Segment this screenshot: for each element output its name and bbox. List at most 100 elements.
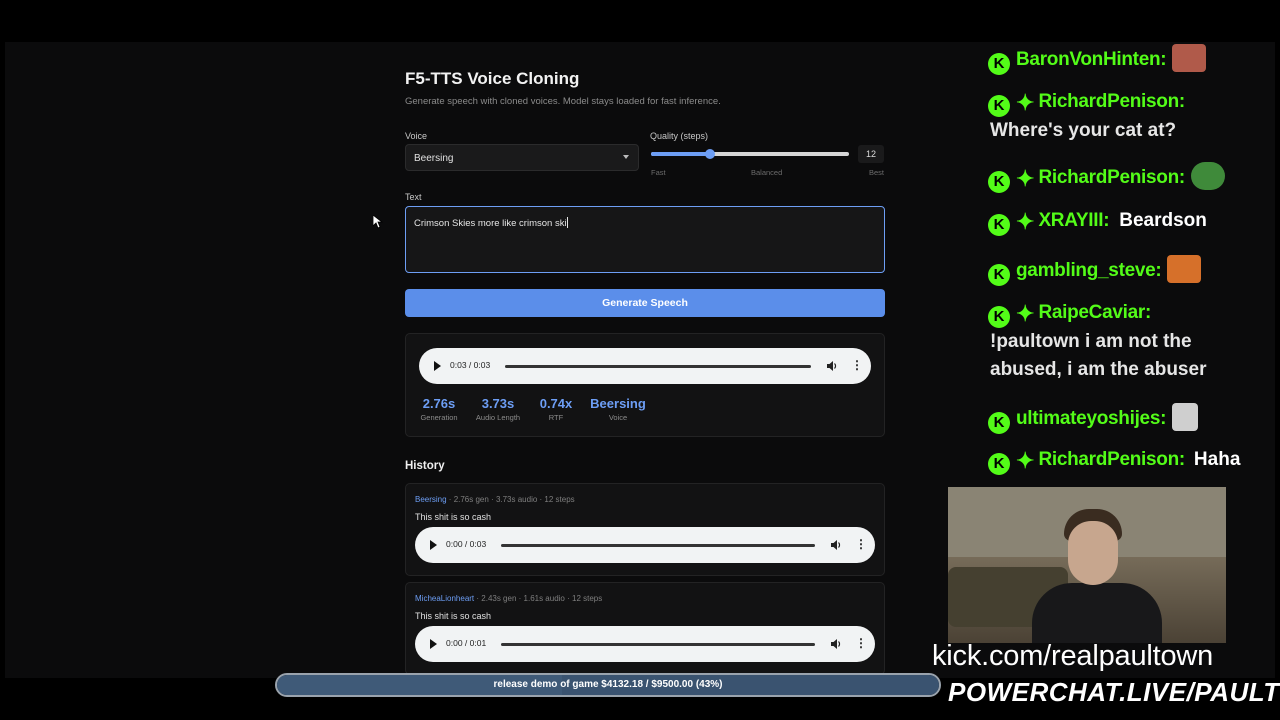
voice-label: Voice xyxy=(405,131,428,141)
kick-url-overlay: kick.com/realpaultown xyxy=(932,640,1214,672)
text-label: Text xyxy=(405,192,422,202)
tick-balanced: Balanced xyxy=(751,168,783,177)
history-item-voice[interactable]: Beersing xyxy=(415,495,447,504)
stat-audio-length: 3.73s Audio Length xyxy=(474,396,522,422)
result-audio-player[interactable]: 0:03 / 0:03 ⋮ xyxy=(419,348,871,384)
history-item-details: · 2.43s gen · 1.61s audio · 12 steps xyxy=(474,594,603,603)
player-progress-bar[interactable] xyxy=(501,544,815,547)
stat-audio-length-value: 3.73s xyxy=(481,396,515,411)
more-options-icon[interactable]: ⋮ xyxy=(855,538,867,550)
top-black-bar xyxy=(0,0,1280,42)
text-input[interactable]: Crimson Skies more like crimson ski xyxy=(405,206,885,273)
hands-emote-icon xyxy=(1172,403,1199,431)
chat-username: RichardPenison: xyxy=(1038,449,1185,470)
player-progress-bar[interactable] xyxy=(505,365,811,368)
chat-username: XRAYIII: xyxy=(1038,210,1110,231)
more-options-icon[interactable]: ⋮ xyxy=(855,637,867,649)
emote-icon xyxy=(1172,44,1207,72)
quality-slider[interactable] xyxy=(651,149,849,159)
stat-rtf-value: 0.74x xyxy=(539,396,573,411)
kick-badge-icon: K xyxy=(988,264,1010,286)
history-item-voice[interactable]: MicheaLionheart xyxy=(415,594,474,603)
pepe-emote-icon xyxy=(1190,162,1225,190)
history-item-text: This shit is so cash xyxy=(415,611,492,621)
chat-message-text: Beardson xyxy=(1119,210,1207,231)
webcam-person-face xyxy=(1068,521,1118,585)
generate-speech-button[interactable]: Generate Speech xyxy=(405,289,885,317)
kick-badge-icon: K xyxy=(988,95,1010,117)
volume-icon[interactable] xyxy=(830,638,842,650)
text-input-value: Crimson Skies more like crimson ski xyxy=(414,218,567,229)
sparkle-badge-icon: ✦ xyxy=(1016,301,1035,326)
history-item-meta: MicheaLionheart · 2.43s gen · 1.61s audi… xyxy=(415,594,602,603)
stat-voice: Beersing Voice xyxy=(588,396,648,422)
sparkle-badge-icon: ✦ xyxy=(1016,448,1035,473)
stat-rtf: 0.74x RTF xyxy=(536,396,576,422)
page-subtitle: Generate speech with cloned voices. Mode… xyxy=(405,96,721,107)
chat-message: K ✦ RichardPenison: Haha xyxy=(988,448,1240,475)
donation-goal-bar: release demo of game $4132.18 / $9500.00… xyxy=(275,673,941,697)
voice-select[interactable]: Beersing xyxy=(405,144,639,171)
history-title: History xyxy=(405,460,445,472)
webcam-feed xyxy=(948,487,1226,643)
stat-voice-label: Voice xyxy=(608,413,628,422)
chat-message: K ✦ RichardPenison: xyxy=(988,162,1225,193)
chat-message-text: Where's your cat at? xyxy=(990,120,1177,141)
chat-username: RichardPenison: xyxy=(1038,167,1185,188)
play-icon[interactable] xyxy=(430,639,437,649)
kick-badge-icon: K xyxy=(988,53,1010,75)
kick-badge-icon: K xyxy=(988,214,1010,236)
emote-icon xyxy=(1167,255,1202,283)
stat-rtf-label: RTF xyxy=(548,413,564,422)
page-title: F5-TTS Voice Cloning xyxy=(405,69,580,88)
history-item-details: · 2.76s gen · 3.73s audio · 12 steps xyxy=(446,495,575,504)
chat-username: ultimateyoshijes: xyxy=(1016,408,1167,429)
history-item-text: This shit is so cash xyxy=(415,512,492,522)
quality-steps-value: 12 xyxy=(858,145,884,163)
chat-message: Kultimateyoshijes: xyxy=(988,403,1199,434)
quality-label: Quality (steps) xyxy=(650,131,709,141)
chat-message: K ✦ RichardPenison: xyxy=(988,90,1185,117)
tick-best: Best xyxy=(869,168,885,177)
volume-icon[interactable] xyxy=(826,360,838,372)
sparkle-badge-icon: ✦ xyxy=(1016,209,1035,234)
quality-slider-thumb[interactable] xyxy=(705,149,716,159)
stat-generation-label: Generation xyxy=(420,413,458,422)
more-options-icon[interactable]: ⋮ xyxy=(851,359,863,371)
history-item: Beersing · 2.76s gen · 3.73s audio · 12 … xyxy=(405,483,885,576)
voice-select-value: Beersing xyxy=(414,153,454,164)
chat-message-text: Haha xyxy=(1193,449,1241,470)
chat-message: K ✦ XRAYIII: Beardson xyxy=(988,209,1207,236)
donation-goal-text: release demo of game $4132.18 / $9500.00… xyxy=(493,679,723,690)
history-item: MicheaLionheart · 2.43s gen · 1.61s audi… xyxy=(405,582,885,675)
stat-generation: 2.76s Generation xyxy=(419,396,459,422)
powerchat-overlay: POWERCHAT.LIVE/PAULTOWN xyxy=(948,677,1280,707)
history-audio-player[interactable]: 0:00 / 0:01 ⋮ xyxy=(415,626,875,662)
chat-message: K ✦ RaipeCaviar: xyxy=(988,301,1151,328)
chat-username: BaronVonHinten: xyxy=(1016,49,1167,70)
history-item-meta: Beersing · 2.76s gen · 3.73s audio · 12 … xyxy=(415,495,575,504)
history-audio-player[interactable]: 0:00 / 0:03 ⋮ xyxy=(415,527,875,563)
player-progress-bar[interactable] xyxy=(501,643,815,646)
chat-message-text: abused, i am the abuser xyxy=(990,359,1207,380)
player-time: 0:00 / 0:01 xyxy=(446,638,487,648)
kick-badge-icon: K xyxy=(988,306,1010,328)
player-time: 0:00 / 0:03 xyxy=(446,539,487,549)
chevron-down-icon xyxy=(623,155,629,159)
stat-generation-value: 2.76s xyxy=(422,396,456,411)
chat-username: RichardPenison: xyxy=(1038,91,1185,112)
stat-voice-value: Beersing xyxy=(590,396,646,411)
webcam-person-body xyxy=(1032,583,1162,643)
chat-message: Kgambling_steve: xyxy=(988,255,1202,286)
quality-slider-fill xyxy=(651,152,711,156)
chat-message-text: !paultown i am not the xyxy=(990,331,1192,352)
stat-audio-length-label: Audio Length xyxy=(475,413,521,422)
play-icon[interactable] xyxy=(434,361,441,371)
tick-fast: Fast xyxy=(651,168,666,177)
mouse-cursor-icon xyxy=(373,215,383,229)
kick-badge-icon: K xyxy=(988,453,1010,475)
chat-message: K BaronVonHinten: xyxy=(988,44,1207,75)
chat-username: gambling_steve: xyxy=(1016,260,1162,281)
play-icon[interactable] xyxy=(430,540,437,550)
volume-icon[interactable] xyxy=(830,539,842,551)
